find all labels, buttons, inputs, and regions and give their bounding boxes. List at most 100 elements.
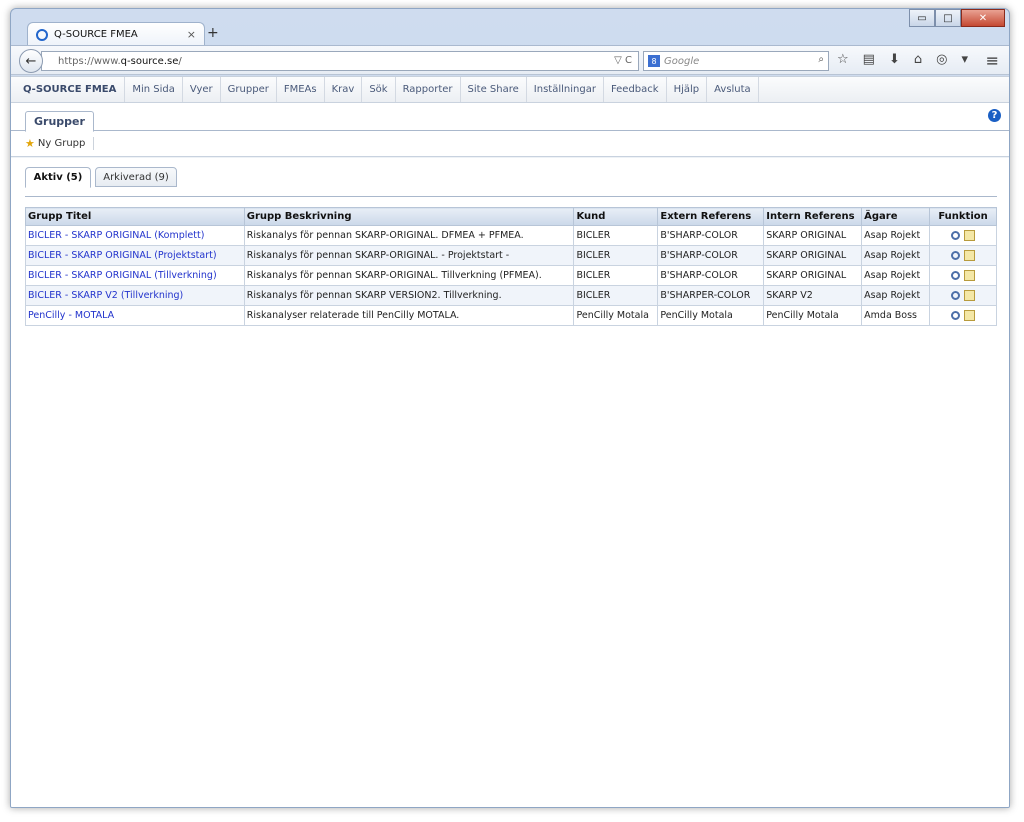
view-icon[interactable]: [951, 231, 961, 240]
menu-item-vyer[interactable]: Vyer: [183, 77, 221, 102]
row-intern-ref: SKARP ORIGINAL: [763, 265, 863, 286]
header-intern-referens[interactable]: Intern Referens: [763, 207, 863, 226]
new-tab-button[interactable]: +: [207, 25, 219, 41]
new-group-button[interactable]: ★ Ny Grupp: [25, 137, 95, 150]
browser-tab[interactable]: Q-SOURCE FMEA ×: [27, 22, 205, 46]
row-functions: [929, 225, 997, 246]
menu-item-installningar[interactable]: Inställningar: [527, 77, 604, 102]
header-agare[interactable]: Ägare: [861, 207, 931, 226]
row-description: Riskanalys för pennan SKARP-ORIGINAL. DF…: [243, 225, 575, 246]
group-title-link[interactable]: PenCilly - MOTALA: [28, 310, 114, 321]
home-icon[interactable]: ⌂: [914, 52, 922, 67]
edit-icon[interactable]: [964, 270, 976, 281]
reading-list-icon[interactable]: ▤: [863, 52, 875, 67]
search-engine-icon[interactable]: 8: [648, 55, 660, 67]
search-input[interactable]: 8 Google ⌕: [643, 51, 829, 71]
close-window-button[interactable]: ✕: [961, 9, 1005, 27]
row-functions: [929, 305, 997, 326]
tab-grupper[interactable]: Grupper: [25, 111, 94, 132]
maximize-button[interactable]: □: [935, 9, 961, 27]
group-title-link[interactable]: BICLER - SKARP V2 (Tillverkning): [28, 290, 183, 301]
view-icon[interactable]: [951, 291, 961, 300]
bookmark-star-icon[interactable]: ☆: [837, 52, 849, 67]
tab-close-icon[interactable]: ×: [187, 28, 196, 41]
menu-item-krav[interactable]: Krav: [325, 77, 363, 102]
row-kund: BICLER: [573, 285, 659, 306]
edit-icon[interactable]: [964, 250, 976, 261]
minimize-button[interactable]: ▭: [909, 9, 935, 27]
edit-icon[interactable]: [964, 290, 976, 301]
header-kund[interactable]: Kund: [573, 207, 659, 226]
row-description: Riskanalys för pennan SKARP-ORIGINAL. - …: [243, 245, 575, 266]
new-group-label: Ny Grupp: [37, 138, 86, 149]
row-functions: [929, 245, 997, 266]
navigation-bar: https://www. q-source.se / ▽ C ← 8 Google …: [11, 45, 1009, 75]
row-intern-ref: SKARP ORIGINAL: [763, 225, 863, 246]
url-bar[interactable]: https://www. q-source.se / ▽ C: [41, 51, 639, 71]
group-title-link[interactable]: BICLER - SKARP ORIGINAL (Komplett): [28, 230, 204, 241]
edit-icon[interactable]: [964, 310, 976, 321]
row-intern-ref: PenCilly Motala: [763, 305, 863, 326]
download-icon[interactable]: ⬇: [889, 52, 900, 67]
tab-title: Q-SOURCE FMEA: [54, 29, 138, 40]
view-icon[interactable]: [951, 251, 961, 260]
group-toolbar: ★ Ny Grupp: [11, 131, 1009, 157]
header-grupp-beskrivning[interactable]: Grupp Beskrivning: [243, 207, 575, 226]
table-row: BICLER - SKARP V2 (Tillverkning) Riskana…: [25, 285, 997, 306]
row-extern-ref: B'SHARP-COLOR: [657, 245, 765, 266]
menu-item-feedback[interactable]: Feedback: [604, 77, 667, 102]
view-icon[interactable]: [951, 311, 961, 320]
table-header-row: Grupp Titel Grupp Beskrivning Kund Exter…: [25, 207, 997, 226]
url-path: /: [178, 55, 182, 67]
row-extern-ref: PenCilly Motala: [657, 305, 765, 326]
row-kund: BICLER: [573, 265, 659, 286]
search-placeholder: Google: [664, 55, 700, 67]
status-tabs: Aktiv (5) Arkiverad (9): [25, 167, 997, 197]
row-title-cell: BICLER - SKARP ORIGINAL (Tillverkning): [25, 265, 245, 286]
help-icon[interactable]: ?: [988, 109, 1001, 122]
row-intern-ref: SKARP ORIGINAL: [763, 245, 863, 266]
menu-item-avsluta[interactable]: Avsluta: [707, 77, 759, 102]
table-row: BICLER - SKARP ORIGINAL (Tillverkning) R…: [25, 265, 997, 286]
addon-dropdown-icon[interactable]: ▾: [961, 52, 968, 67]
row-intern-ref: SKARP V2: [763, 285, 863, 306]
row-agare: Asap Rojekt: [861, 285, 931, 306]
group-title-link[interactable]: BICLER - SKARP ORIGINAL (Tillverkning): [28, 270, 217, 281]
app-brand: Q-SOURCE FMEA: [11, 77, 126, 102]
menu-item-rapporter[interactable]: Rapporter: [396, 77, 461, 102]
header-grupp-titel[interactable]: Grupp Titel: [25, 207, 245, 226]
hamburger-menu-icon[interactable]: ≡: [986, 51, 999, 70]
row-agare: Asap Rojekt: [861, 245, 931, 266]
menu-item-site-share[interactable]: Site Share: [461, 77, 527, 102]
row-kund: BICLER: [573, 225, 659, 246]
tab-arkiverad[interactable]: Arkiverad (9): [95, 167, 177, 187]
section-tab-row: Grupper ?: [11, 103, 1009, 132]
search-icon[interactable]: ⌕: [818, 54, 824, 65]
browser-tools: ☆ ▤ ⬇ ⌂ ◎ ▾: [837, 52, 968, 67]
group-title-link[interactable]: BICLER - SKARP ORIGINAL (Projektstart): [28, 250, 217, 261]
url-host: q-source.se: [120, 55, 179, 67]
addon-icon[interactable]: ◎: [936, 52, 947, 67]
header-funktion: Funktion: [929, 207, 997, 226]
menu-item-fmeas[interactable]: FMEAs: [277, 77, 325, 102]
menu-item-min-sida[interactable]: Min Sida: [125, 77, 183, 102]
table-row: PenCilly - MOTALA Riskanalyser relaterad…: [25, 305, 997, 326]
back-button[interactable]: ←: [19, 49, 43, 73]
edit-icon[interactable]: [964, 230, 976, 241]
row-title-cell: BICLER - SKARP V2 (Tillverkning): [25, 285, 245, 306]
menu-item-grupper[interactable]: Grupper: [221, 77, 277, 102]
menu-item-hjalp[interactable]: Hjälp: [667, 77, 708, 102]
table-row: BICLER - SKARP ORIGINAL (Projektstart) R…: [25, 245, 997, 266]
browser-window: Q-SOURCE FMEA × + ▭ □ ✕ https://www. q-so…: [10, 8, 1010, 808]
view-icon[interactable]: [951, 271, 961, 280]
reload-icon[interactable]: ▽ C: [614, 55, 632, 66]
tab-aktiv[interactable]: Aktiv (5): [25, 167, 91, 188]
star-icon: ★: [25, 137, 35, 150]
row-extern-ref: B'SHARP-COLOR: [657, 265, 765, 286]
header-extern-referens[interactable]: Extern Referens: [657, 207, 765, 226]
window-controls: ▭ □ ✕: [909, 9, 1005, 27]
row-kund: PenCilly Motala: [573, 305, 659, 326]
menu-item-sok[interactable]: Sök: [362, 77, 396, 102]
row-description: Riskanalys för pennan SKARP-ORIGINAL. Ti…: [243, 265, 575, 286]
row-agare: Asap Rojekt: [861, 265, 931, 286]
